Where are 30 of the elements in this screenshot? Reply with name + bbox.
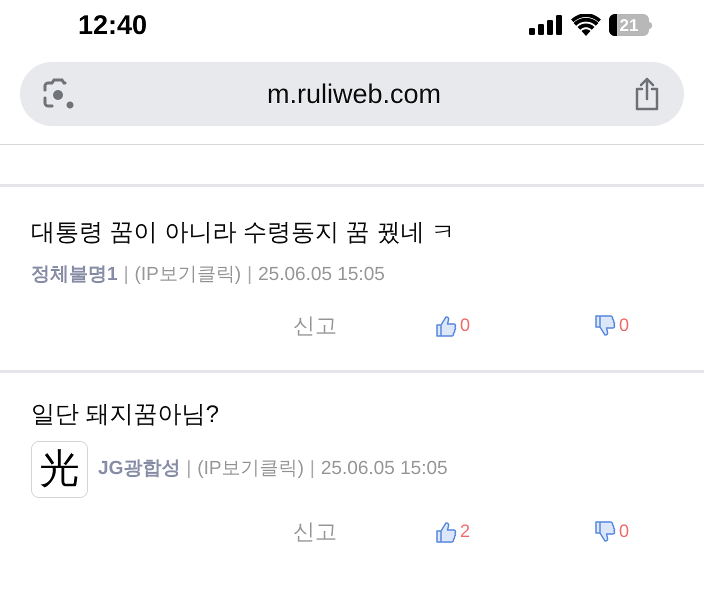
clock: 12:40 (78, 8, 148, 42)
thumbs-down-icon (594, 520, 616, 544)
thumbs-down-icon (594, 314, 616, 338)
like-button[interactable]: 2 (435, 518, 470, 545)
separator: | (247, 263, 252, 287)
ip-link[interactable]: (IP보기클릭) (197, 454, 304, 484)
comment-text: 대통령 꿈이 아니라 수령동지 꿈 꿨네 ㅋ (31, 218, 456, 248)
report-button[interactable]: 신고 (293, 309, 337, 342)
thumbs-up-icon (435, 314, 457, 338)
author-name[interactable]: 정체불명1 (31, 261, 118, 290)
thumbs-up-icon (435, 520, 457, 544)
separator: | (186, 456, 192, 481)
comment-date: 25.06.05 15:05 (258, 263, 385, 287)
separator: | (310, 456, 315, 481)
dislike-button[interactable]: 0 (594, 518, 630, 545)
separator: | (124, 263, 129, 287)
signal-icon (529, 15, 563, 35)
ip-link[interactable]: (IP보기클릭) (134, 261, 242, 290)
like-button[interactable]: 0 (435, 312, 470, 339)
battery-level: 21 (620, 16, 638, 34)
author-name[interactable]: JG광합성 (98, 454, 180, 484)
camera-lens-icon[interactable] (42, 78, 76, 110)
dislike-button[interactable]: 0 (594, 312, 630, 339)
report-button[interactable]: 신고 (293, 515, 337, 548)
user-avatar: 光 (31, 440, 88, 498)
url-text: m.ruliweb.com (266, 78, 442, 111)
address-bar[interactable]: m.ruliweb.com (20, 62, 684, 126)
comment-text: 일단 돼지꿈아님? (31, 400, 220, 430)
wifi-icon (571, 14, 601, 36)
comment-date: 25.06.05 15:05 (320, 456, 448, 481)
